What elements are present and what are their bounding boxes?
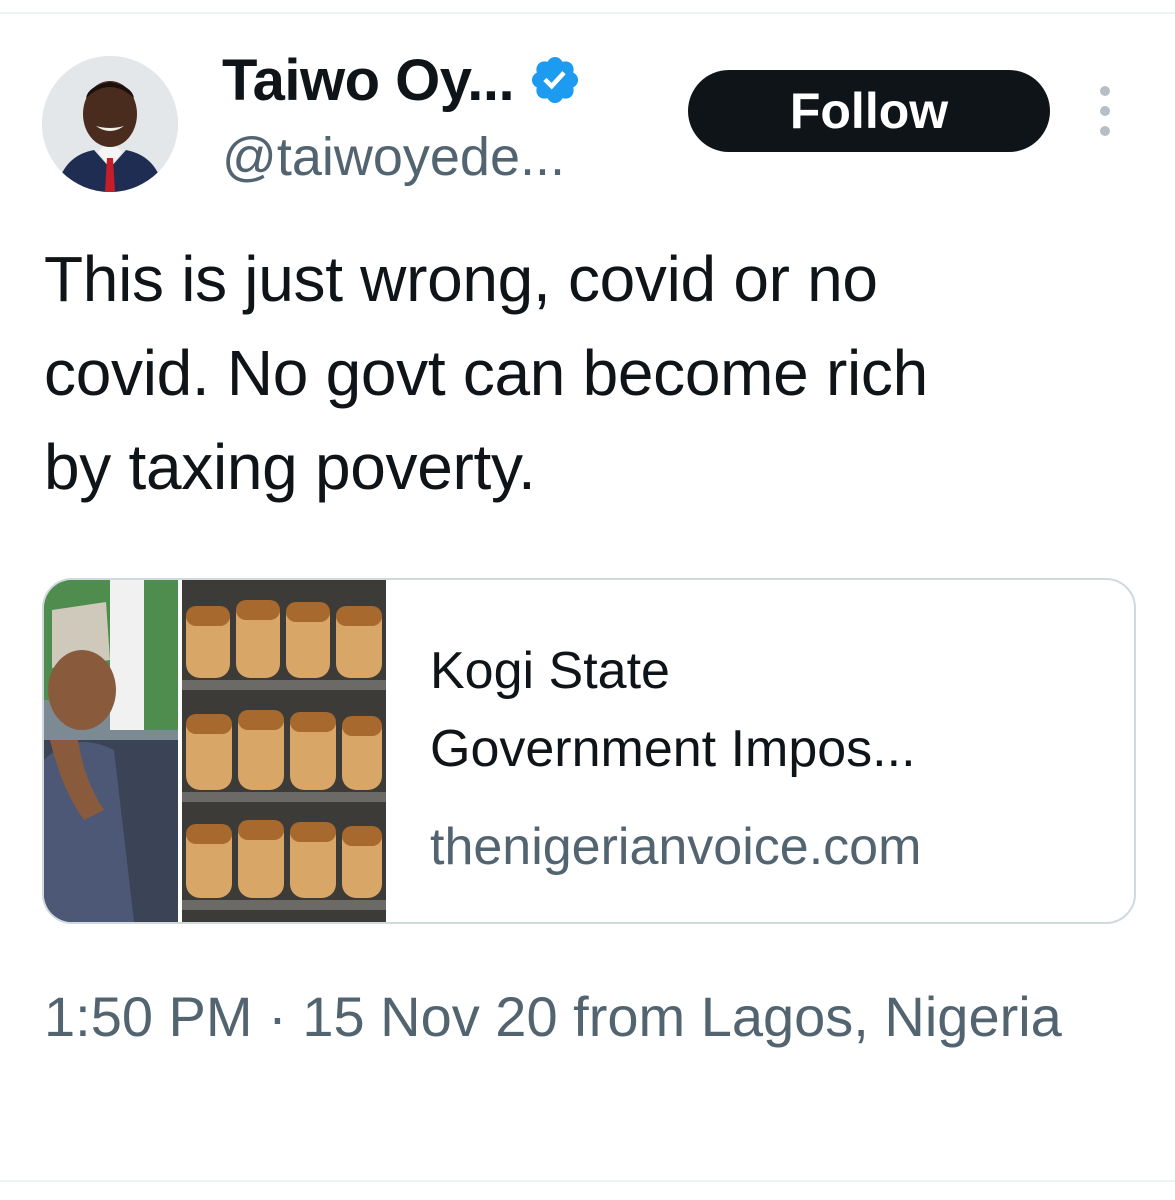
- dot: [1100, 86, 1110, 96]
- top-divider: [0, 12, 1175, 14]
- tweet-text: This is just wrong, covid or no covid. N…: [44, 243, 928, 503]
- author-handle[interactable]: @taiwoyede...: [222, 126, 565, 188]
- author-name-row[interactable]: Taiwo Oy...: [222, 44, 582, 116]
- person-photo-icon: [44, 580, 178, 922]
- link-card-media: [44, 580, 386, 922]
- bread-loaves-photo-icon: [182, 580, 386, 922]
- verified-badge-icon: [532, 56, 579, 104]
- bottom-divider: [0, 1180, 1175, 1182]
- link-card-title[interactable]: Kogi State Government Impos...: [430, 632, 1110, 788]
- profile-photo-icon: [42, 56, 178, 192]
- link-card[interactable]: Kogi State Government Impos... thenigeri…: [42, 578, 1136, 924]
- display-name[interactable]: Taiwo Oy...: [222, 47, 515, 114]
- tweet-timestamp[interactable]: 1:50 PM · 15 Nov 20 from Lagos, Nigeria: [44, 972, 1144, 1062]
- avatar[interactable]: [42, 56, 178, 192]
- link-card-domain: thenigerianvoice.com: [430, 818, 922, 876]
- dot: [1100, 106, 1110, 116]
- follow-button[interactable]: Follow: [688, 70, 1050, 152]
- dot: [1100, 126, 1110, 136]
- more-dots-vertical-icon[interactable]: [1092, 86, 1118, 136]
- tweet-page: Taiwo Oy... @taiwoyede... Follow This is…: [0, 0, 1175, 1200]
